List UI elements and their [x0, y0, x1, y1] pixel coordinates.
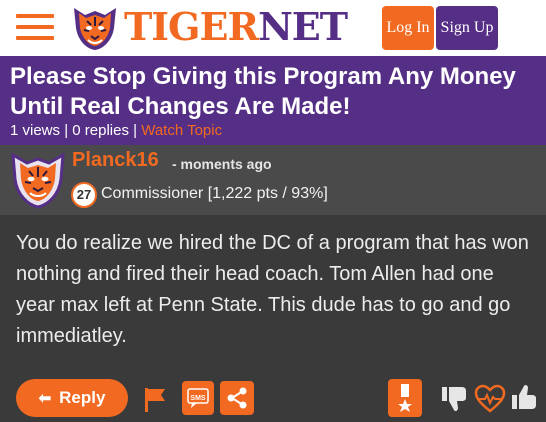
watch-topic-link[interactable]: Watch Topic — [141, 122, 222, 139]
topic-title: Please Stop Giving this Program Any Mone… — [10, 63, 516, 120]
brand-tiger: TIGER — [124, 4, 259, 49]
avatar[interactable] — [10, 151, 66, 209]
reply-arrow-icon: ⬅︎ — [38, 390, 52, 407]
menu-icon[interactable] — [16, 13, 54, 41]
sms-label: SMS — [190, 395, 206, 402]
topic-meta: 1 views | 0 replies | Watch Topic — [10, 122, 222, 139]
username[interactable]: Planck16 — [72, 149, 159, 172]
share-icon[interactable] — [220, 381, 254, 415]
user-rank: Commissioner [1,222 pts / 93%] — [101, 185, 328, 202]
sms-icon[interactable]: SMS — [182, 381, 214, 415]
signup-button[interactable]: Sign Up — [436, 6, 498, 50]
brand-net: NET — [258, 4, 348, 49]
medal-icon[interactable] — [388, 379, 422, 417]
flag-icon[interactable] — [142, 386, 168, 414]
reply-button[interactable]: ⬅︎ Reply — [16, 379, 128, 417]
tiger-logo[interactable] — [70, 4, 120, 52]
post-author-bar: Planck16 - moments ago 27 Commissioner [… — [0, 145, 546, 215]
site-header: TIGERNET Log In Sign Up — [0, 0, 546, 56]
topic-header: Please Stop Giving this Program Any Mone… — [0, 56, 546, 145]
meta-separator: | — [64, 122, 69, 139]
thumbs-down-icon[interactable] — [440, 385, 470, 413]
meta-separator: | — [133, 122, 138, 139]
view-count: 1 views — [10, 122, 61, 139]
post-timestamp: - moments ago — [172, 156, 272, 172]
reply-label: Reply — [59, 388, 106, 407]
reply-count: 0 replies — [72, 122, 129, 139]
thumbs-up-icon[interactable] — [510, 383, 540, 411]
login-button[interactable]: Log In — [382, 6, 434, 50]
heartbeat-icon[interactable] — [474, 384, 506, 414]
brand-name[interactable]: TIGERNET — [124, 4, 348, 49]
post-actions: ⬅︎ Reply SMS — [0, 372, 546, 422]
post-body: You do realize we hired the DC of a prog… — [16, 232, 529, 347]
level-badge: 27 — [71, 182, 97, 208]
